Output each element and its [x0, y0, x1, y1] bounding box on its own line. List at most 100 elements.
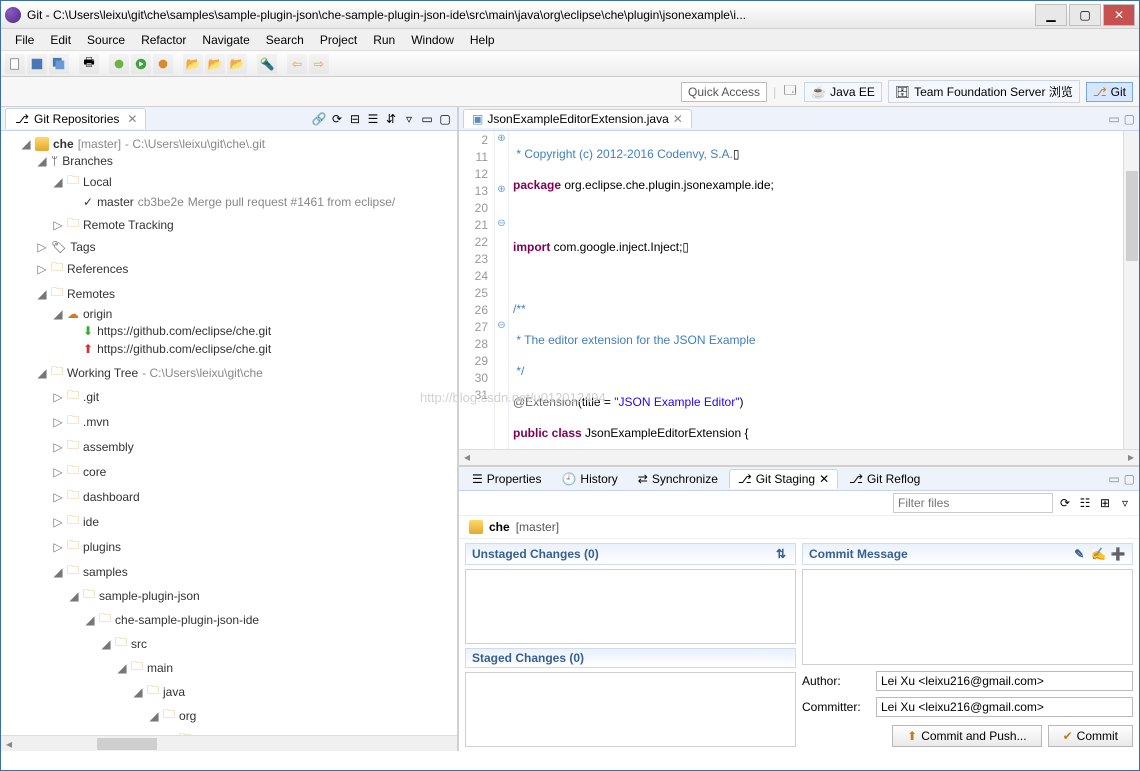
staging-icon: ⎇ [738, 472, 752, 486]
view-menu-icon[interactable]: ▿ [401, 111, 417, 127]
coverage-icon[interactable] [153, 54, 173, 74]
tab-history[interactable]: 🕘History [552, 469, 626, 488]
folder-icon: 🗀 [67, 436, 79, 457]
save-icon[interactable] [27, 54, 47, 74]
perspective-git[interactable]: ⎇Git [1086, 82, 1133, 102]
editor-tab[interactable]: ▣ JsonExampleEditorExtension.java ✕ [463, 109, 692, 128]
forward-icon[interactable]: ⇨ [309, 54, 329, 74]
staged-header: Staged Changes (0) [465, 648, 796, 668]
menu-edit[interactable]: Edit [42, 31, 79, 48]
tree-item[interactable]: ▷🗀assembly [51, 435, 455, 458]
menu-refactor[interactable]: Refactor [133, 31, 194, 48]
debug-icon[interactable] [109, 54, 129, 74]
menu-window[interactable]: Window [403, 31, 462, 48]
editor-tab-label: JsonExampleEditorExtension.java [487, 112, 668, 126]
presentation-icon[interactable]: ⊞ [1097, 495, 1113, 511]
tab-synchronize[interactable]: ⇄Synchronize [629, 469, 727, 488]
back-icon[interactable]: ⇦ [287, 54, 307, 74]
folder-icon: 🗀 [67, 486, 79, 507]
close-button[interactable]: ✕ [1103, 4, 1135, 26]
menu-project[interactable]: Project [312, 31, 365, 48]
perspective-tfs[interactable]: 🗄Team Foundation Server 浏览 [888, 80, 1080, 103]
author-label: Author: [802, 674, 870, 688]
sort-icon[interactable]: ⇅ [773, 546, 789, 562]
refresh-icon[interactable]: ⟳ [329, 111, 345, 127]
committer-input[interactable] [876, 697, 1133, 717]
code-lines[interactable]: * Copyright (c) 2012-2016 Codenvy, S.A.▯… [509, 131, 1123, 449]
menu-navigate[interactable]: Navigate [194, 31, 257, 48]
view-menu-icon[interactable]: ▿ [1117, 495, 1133, 511]
tree-item[interactable]: ▷🗀dashboard [51, 485, 455, 508]
link-editor-icon[interactable]: 🔗 [311, 111, 327, 127]
menu-file[interactable]: File [7, 31, 42, 48]
hierarchy-icon[interactable]: ⇵ [383, 111, 399, 127]
tree-item[interactable]: ◢🗀samples [51, 560, 455, 583]
window-title: Git - C:\Users\leixu\git\che\samples\sam… [27, 8, 1033, 22]
author-input[interactable] [876, 671, 1133, 691]
folding-gutter[interactable]: ⊕⊕⊖⊖ [495, 131, 509, 449]
commit-message-input[interactable] [802, 569, 1133, 665]
maximize-editor-icon[interactable]: ▢ [1124, 112, 1135, 126]
code-editor[interactable]: 2111213202122232425262728293031 ⊕⊕⊖⊖ * C… [459, 131, 1139, 449]
new-icon[interactable] [5, 54, 25, 74]
staging-repo-header: che [master] [459, 516, 1139, 539]
collapse-icon[interactable]: ⊟ [347, 111, 363, 127]
open-perspective-icon[interactable]: 🗔 [782, 84, 798, 100]
refresh-staging-icon[interactable]: ⟳ [1057, 495, 1073, 511]
search-icon[interactable]: 🔦 [257, 54, 277, 74]
minimize-view-icon[interactable]: ▭ [1108, 472, 1119, 486]
save-all-icon[interactable] [49, 54, 69, 74]
tab-git-repositories[interactable]: ⎇ Git Repositories ✕ [5, 108, 146, 129]
commit-and-push-button[interactable]: ⬆Commit and Push... [892, 725, 1041, 747]
tags-icon: 🏷 [51, 240, 66, 254]
menu-run[interactable]: Run [365, 31, 403, 48]
layout-icon[interactable]: ☷ [1077, 495, 1093, 511]
signoff-icon[interactable]: ✍ [1091, 546, 1107, 562]
vertical-scrollbar[interactable] [1123, 131, 1139, 449]
horizontal-scrollbar[interactable]: ◂ [1, 735, 457, 751]
line-gutter: 2111213202122232425262728293031 [459, 131, 495, 449]
tab-git-staging[interactable]: ⎇Git Staging✕ [729, 469, 838, 489]
close-icon[interactable]: ✕ [673, 112, 683, 126]
tab-label: Git Repositories [34, 112, 119, 126]
branches-icon: ᛘ [51, 154, 58, 168]
commit-button[interactable]: ✔Commit [1048, 725, 1133, 747]
close-icon[interactable]: ✕ [819, 472, 829, 486]
menu-source[interactable]: Source [79, 31, 133, 48]
minimize-editor-icon[interactable]: ▭ [1108, 112, 1119, 126]
open-task-icon[interactable]: 📂 [205, 54, 225, 74]
maximize-button[interactable]: ▢ [1069, 4, 1101, 26]
tab-git-reflog[interactable]: ⎇Git Reflog [840, 469, 929, 488]
open-resource-icon[interactable]: 📂 [227, 54, 247, 74]
tree-item[interactable]: ▷🗀plugins [51, 535, 455, 558]
folder-icon: 🗀 [67, 461, 79, 482]
tab-properties[interactable]: ☰Properties [463, 469, 550, 488]
tree-item[interactable]: ▷🗀ide [51, 510, 455, 533]
menubar: File Edit Source Refactor Navigate Searc… [1, 29, 1139, 51]
maximize-view-icon[interactable]: ▢ [1124, 472, 1135, 486]
maximize-view-icon[interactable]: ▢ [437, 111, 453, 127]
tree-item[interactable]: ▷🗀.git [51, 385, 455, 408]
tree-item[interactable]: ▷🗀.mvn [51, 410, 455, 433]
staged-list[interactable] [465, 672, 796, 747]
print-icon[interactable]: 🖶 [79, 54, 99, 74]
minimize-button[interactable]: ▁ [1035, 4, 1067, 26]
changeid-icon[interactable]: ➕ [1110, 546, 1126, 562]
menu-search[interactable]: Search [258, 31, 312, 48]
unstaged-list[interactable] [465, 569, 796, 644]
run-icon[interactable] [131, 54, 151, 74]
repo-tree[interactable]: ◢che [master] - C:\Users\leixu\git\che\.… [1, 131, 457, 735]
open-type-icon[interactable]: 📂 [183, 54, 203, 74]
menu-help[interactable]: Help [462, 31, 503, 48]
close-icon[interactable]: ✕ [127, 112, 137, 126]
amend-icon[interactable]: ✎ [1071, 546, 1087, 562]
filter-icon[interactable]: ☰ [365, 111, 381, 127]
minimize-view-icon[interactable]: ▭ [419, 111, 435, 127]
perspective-java-ee[interactable]: ☕Java EE [804, 82, 882, 102]
editor-horizontal-scrollbar[interactable]: ◂▸ [459, 449, 1139, 465]
window-titlebar: Git - C:\Users\leixu\git\che\samples\sam… [1, 1, 1139, 29]
tree-item[interactable]: ▷🗀core [51, 460, 455, 483]
committer-label: Committer: [802, 700, 870, 714]
quick-access[interactable]: Quick Access [681, 82, 767, 102]
filter-files-input[interactable] [893, 493, 1053, 513]
